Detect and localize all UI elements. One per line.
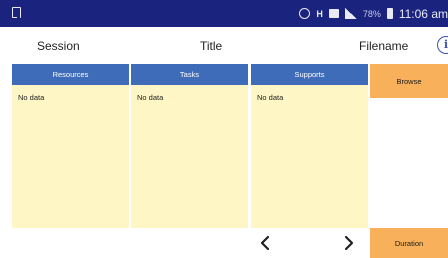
tasks-header: Tasks [131, 64, 248, 85]
info-icon[interactable]: i [437, 36, 448, 54]
status-bar-right: H 78% 11:06 am [299, 0, 448, 27]
h-network-icon: H [316, 8, 323, 19]
status-bar: H 78% 11:06 am [0, 0, 448, 27]
chevron-left-icon[interactable] [256, 234, 274, 252]
resources-empty-text: No data [18, 93, 45, 102]
battery-icon [386, 8, 393, 19]
clock: 11:06 am [398, 6, 448, 21]
duration-button[interactable]: Duration [370, 228, 448, 258]
supports-header: Supports [251, 64, 368, 85]
resources-column: Resources No data [12, 64, 129, 228]
message-icon [328, 9, 339, 18]
chevron-right-icon[interactable] [340, 234, 358, 252]
browse-button[interactable]: Browse [370, 64, 448, 98]
tasks-column: Tasks No data [131, 64, 248, 228]
signal-icon [344, 8, 357, 19]
session-label[interactable]: Session [37, 39, 80, 53]
header: Session Title Filename i [0, 27, 448, 63]
filename-label[interactable]: Filename [359, 39, 408, 53]
resources-header: Resources [12, 64, 129, 85]
supports-empty-text: No data [257, 93, 284, 102]
tasks-empty-text: No data [137, 93, 164, 102]
alarm-icon [299, 8, 311, 19]
notification-icon [12, 7, 21, 19]
title-label[interactable]: Title [200, 39, 222, 53]
battery-percent: 78% [362, 8, 381, 19]
supports-column: Supports No data [251, 64, 368, 228]
